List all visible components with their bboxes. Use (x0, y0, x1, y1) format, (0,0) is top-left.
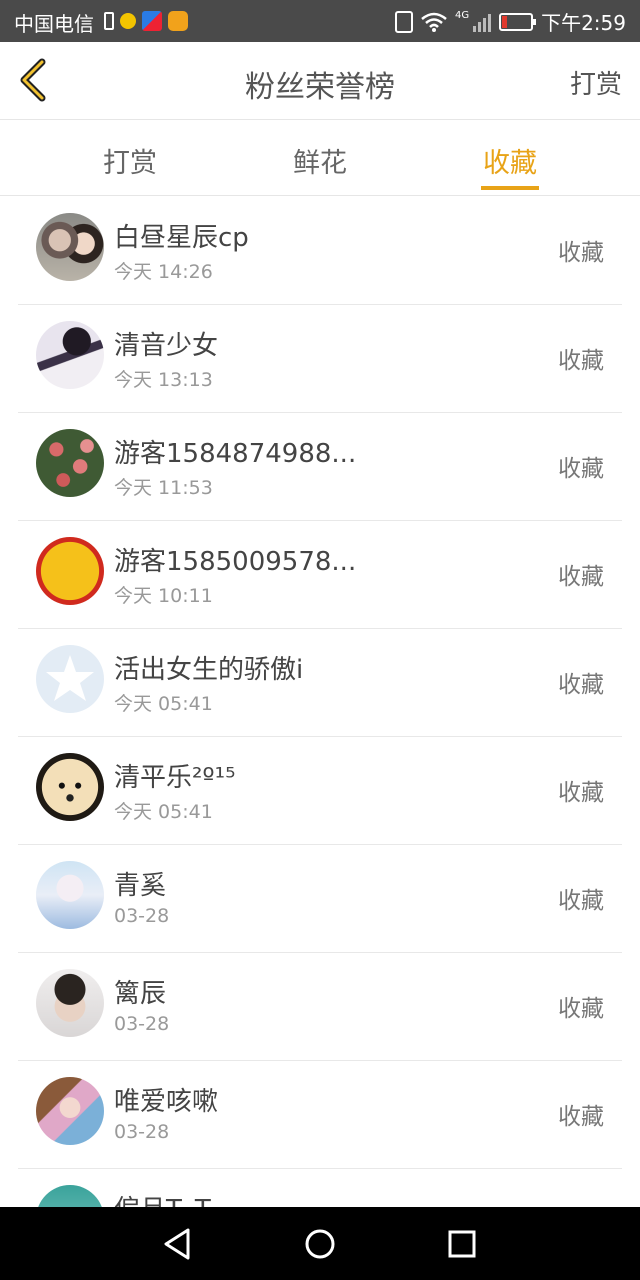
action-type: 收藏 (558, 672, 604, 698)
action-type: 收藏 (558, 996, 604, 1022)
system-nav-bar (0, 1207, 640, 1280)
action-time: 03-28 (114, 1013, 170, 1035)
tab-bar: 打赏 鲜花 收藏 (0, 121, 640, 196)
list-item[interactable]: 篱辰 03-28 收藏 (18, 953, 622, 1061)
user-name: 白昼星辰cp (114, 223, 249, 253)
avatar (36, 537, 104, 605)
action-time: 今天 14:26 (114, 261, 213, 283)
action-type: 收藏 (558, 456, 604, 482)
action-type: 收藏 (558, 240, 604, 266)
user-name: 清音少女 (114, 331, 219, 361)
action-time: 今天 05:41 (114, 801, 213, 823)
avatar (36, 213, 104, 281)
action-time: 03-28 (114, 905, 170, 927)
nav-recents-button[interactable] (442, 1224, 482, 1264)
list-item[interactable]: 青奚 03-28 收藏 (18, 845, 622, 953)
vibrate-icon (394, 10, 413, 33)
user-name: 篱辰 (114, 979, 167, 1009)
tab-flowers[interactable]: 鲜花 (260, 141, 380, 180)
back-triangle-icon (164, 1228, 190, 1260)
action-type: 收藏 (558, 1104, 604, 1130)
reward-button[interactable]: 打赏 (570, 64, 622, 101)
battery-saver-icon (104, 12, 114, 30)
list-item[interactable]: 清平乐²º¹⁵ 今天 05:41 收藏 (18, 737, 622, 845)
list-item[interactable]: 游客1585009578... 今天 10:11 收藏 (18, 521, 622, 629)
action-type: 收藏 (558, 888, 604, 914)
list-item[interactable]: 白昼星辰cp 今天 14:26 收藏 (18, 197, 622, 305)
list-item[interactable]: 游客1584874988... 今天 11:53 收藏 (18, 413, 622, 521)
list-item[interactable]: 清音少女 今天 13:13 收藏 (18, 305, 622, 413)
fan-list: 白昼星辰cp 今天 14:26 收藏 清音少女 今天 13:13 收藏 游客15… (0, 197, 640, 1277)
list-item[interactable]: 活出女生的骄傲i 今天 05:41 收藏 (18, 629, 622, 737)
video-app-icon (142, 11, 162, 31)
app-header: 粉丝荣誉榜 打赏 (0, 42, 640, 120)
avatar (36, 1077, 104, 1145)
action-type: 收藏 (558, 780, 604, 806)
carrier-label: 中国电信 (14, 12, 94, 36)
user-name: 唯爱咳嗽 (114, 1087, 219, 1117)
avatar (36, 321, 104, 389)
action-time: 03-28 (114, 1121, 170, 1143)
user-name: 游客1585009578... (114, 547, 357, 577)
weibo-icon (168, 11, 188, 31)
star-z-icon (46, 655, 94, 701)
clock-label: 下午2:59 (541, 11, 626, 35)
nav-back-button[interactable] (158, 1224, 198, 1264)
user-name: 清平乐²º¹⁵ (114, 763, 236, 793)
avatar (36, 969, 104, 1037)
action-time: 今天 05:41 (114, 693, 213, 715)
battery-icon (499, 12, 537, 31)
nav-home-button[interactable] (300, 1224, 340, 1264)
signal-icon (473, 12, 492, 32)
avatar (36, 429, 104, 497)
action-type: 收藏 (558, 564, 604, 590)
tab-reward[interactable]: 打赏 (70, 141, 190, 180)
user-name: 游客1584874988... (114, 439, 357, 469)
wifi-icon (421, 12, 447, 32)
home-circle-icon (305, 1229, 335, 1259)
action-type: 收藏 (558, 348, 604, 374)
list-item[interactable]: 唯爱咳嗽 03-28 收藏 (18, 1061, 622, 1169)
avatar (36, 645, 104, 713)
avatar (36, 861, 104, 929)
tab-favorites[interactable]: 收藏 (450, 141, 570, 180)
user-name: 青奚 (114, 871, 167, 901)
system-icons: 4G 下午2:59 (394, 7, 626, 36)
network-type-label: 4G (454, 10, 470, 21)
user-name: 活出女生的骄傲i (114, 655, 304, 685)
active-tab-indicator (481, 186, 539, 190)
notification-icons (104, 11, 188, 31)
page-title: 粉丝荣誉榜 (245, 70, 395, 105)
avatar (36, 753, 104, 821)
recents-square-icon (448, 1230, 476, 1258)
action-time: 今天 10:11 (114, 585, 213, 607)
action-time: 今天 11:53 (114, 477, 213, 499)
status-bar: 中国电信 4G 下午2:59 (0, 0, 640, 42)
action-time: 今天 13:13 (114, 369, 213, 391)
bulb-icon (120, 13, 136, 29)
